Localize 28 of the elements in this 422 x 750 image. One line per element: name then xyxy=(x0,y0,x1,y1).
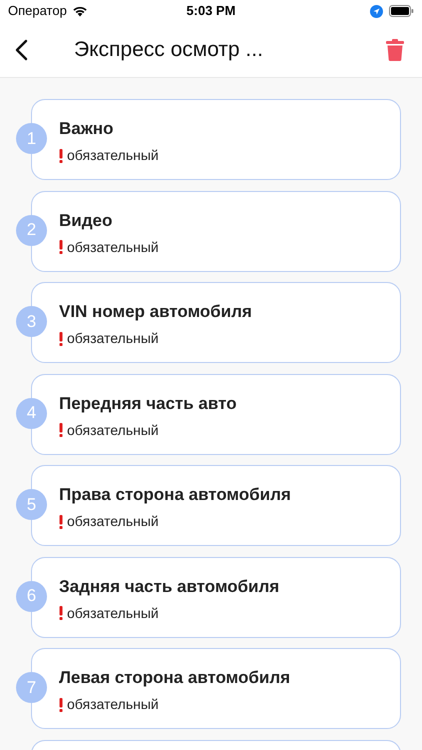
step-number: 4 xyxy=(16,398,47,428)
step-number: 1 xyxy=(16,123,47,154)
step-note: обязательный xyxy=(67,238,159,256)
location-icon xyxy=(370,4,383,18)
delete-icon[interactable] xyxy=(386,38,404,60)
step-title: Задняя часть автомобиля xyxy=(59,576,280,598)
step-title: Права сторона автомобиля xyxy=(59,484,292,506)
step-note: обязательный xyxy=(67,329,159,348)
status-time: 5:03 PM xyxy=(185,2,237,20)
screen-title: Экспресс осмотр ... xyxy=(74,36,264,63)
step-title: Важно xyxy=(59,118,114,140)
step-number: 6 xyxy=(16,580,47,612)
step-note: обязательный xyxy=(67,512,159,531)
step-title: Левая сторона автомобиля xyxy=(59,667,292,689)
step-note: обязательный xyxy=(67,604,159,622)
step-title: VIN номер автомобиля xyxy=(59,301,253,323)
battery-icon xyxy=(389,5,414,17)
step-title: Передняя часть авто xyxy=(59,392,238,414)
step-number: 5 xyxy=(16,489,47,520)
step-note: обязательный xyxy=(67,420,159,440)
step-title: Видео xyxy=(59,210,114,232)
step-note: обязательный xyxy=(67,695,159,714)
step-number: 3 xyxy=(16,306,47,337)
wifi-icon xyxy=(72,5,88,17)
step-number: 7 xyxy=(16,672,47,703)
carrier-name: Оператор xyxy=(8,2,67,20)
step-number: 2 xyxy=(16,214,47,246)
step-note: обязательный xyxy=(67,146,159,165)
